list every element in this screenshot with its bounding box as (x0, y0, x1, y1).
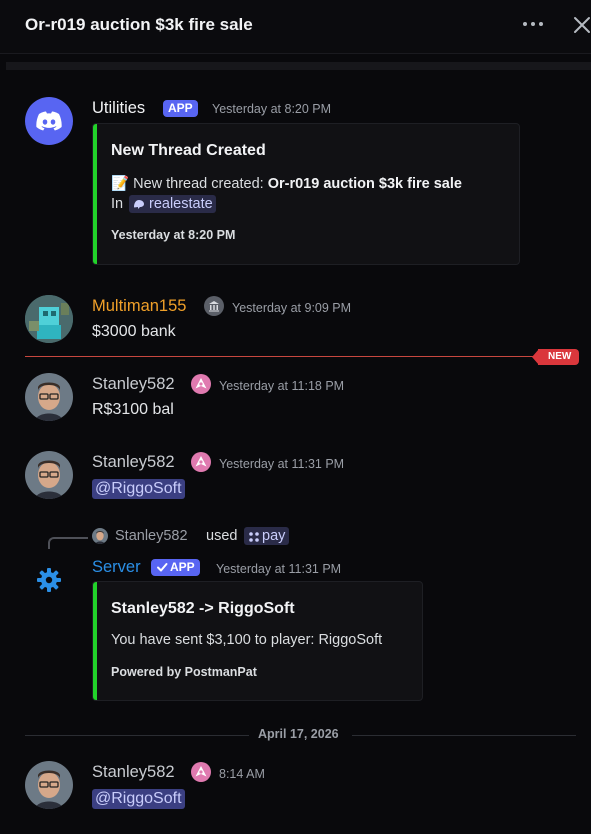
timestamp[interactable]: Yesterday at 8:20 PM (212, 102, 331, 116)
user-mention[interactable]: @RiggoSoft (92, 479, 185, 499)
close-icon[interactable] (572, 15, 591, 35)
avatar-image (92, 528, 108, 544)
timestamp[interactable]: 8:14 AM (219, 767, 265, 781)
embed-footer: Yesterday at 8:20 PM (111, 228, 236, 242)
thread-title: Or-r019 auction $3k fire sale (25, 15, 253, 34)
app-badge-label: APP (170, 560, 195, 574)
embed-description: You have sent $3,100 to player: RiggoSof… (111, 632, 383, 648)
channel-name: realestate (149, 196, 213, 212)
date-divider-line (25, 735, 249, 736)
timestamp[interactable]: Yesterday at 11:31 PM (216, 562, 341, 576)
verified-app-badge: APP (151, 559, 200, 576)
avatar-image (25, 295, 73, 343)
reply-avatar[interactable] (92, 528, 108, 544)
avatar[interactable] (25, 295, 73, 343)
discord-logo-icon (36, 111, 62, 131)
role-icon (191, 452, 211, 472)
app-badge: APP (163, 100, 198, 117)
embed-title: Stanley582 -> RiggoSoft (111, 600, 295, 617)
embed-title: New Thread Created (111, 142, 266, 159)
embed-in-label: In (111, 196, 124, 212)
avatar-image (25, 373, 73, 421)
date-divider-line (352, 735, 576, 736)
bank-role-icon (204, 296, 224, 316)
payment-embed: Stanley582 -> RiggoSoft You have sent $3… (92, 581, 423, 701)
timestamp[interactable]: Yesterday at 11:18 PM (219, 379, 344, 393)
avatar-image (25, 451, 73, 499)
new-messages-divider (25, 356, 545, 357)
more-options-icon[interactable] (523, 22, 545, 28)
new-messages-badge: NEW (538, 349, 580, 365)
reply-connector (48, 537, 88, 549)
avatar[interactable] (25, 97, 73, 145)
embed-footer: Powered by PostmanPat (111, 665, 257, 679)
embed-thread-name: Or-r019 auction $3k fire sale (267, 176, 462, 192)
command-name: pay (262, 528, 286, 544)
reply-username[interactable]: Stanley582 (115, 528, 188, 544)
author-name[interactable]: Stanley582 (92, 375, 175, 394)
avatar[interactable] (25, 451, 73, 499)
slash-command-mention[interactable]: pay (244, 527, 290, 545)
channel-mention[interactable]: realestate (129, 195, 216, 213)
reply-used-label: used (206, 528, 238, 544)
author-name[interactable]: Utilities (92, 99, 145, 118)
timestamp[interactable]: Yesterday at 9:09 PM (232, 301, 351, 315)
role-icon (191, 762, 211, 782)
message-text: R$3100 bal (92, 401, 174, 418)
gear-icon (37, 568, 61, 592)
embed-accent-bar (93, 582, 97, 700)
message-text: $3000 bank (92, 323, 176, 340)
thread-header: Or-r019 auction $3k fire sale (0, 0, 591, 54)
author-name[interactable]: Stanley582 (92, 453, 175, 472)
avatar[interactable] (35, 566, 63, 594)
embed-description: 📝 New thread created: Or-r019 auction $3… (111, 175, 462, 192)
avatar[interactable] (25, 373, 73, 421)
avatar-image (25, 761, 73, 809)
role-icon (191, 374, 211, 394)
memo-emoji-icon: 📝 (111, 176, 130, 192)
author-name[interactable]: Stanley582 (92, 763, 175, 782)
author-name[interactable]: Multiman155 (92, 297, 186, 316)
embed-text: New thread created: (133, 176, 264, 192)
header-divider (6, 62, 591, 70)
date-divider: April 17, 2026 (258, 727, 339, 741)
user-mention[interactable]: @RiggoSoft (92, 789, 185, 809)
forum-channel-icon (134, 200, 144, 209)
embed-accent-bar (93, 124, 97, 264)
timestamp[interactable]: Yesterday at 11:31 PM (219, 457, 344, 471)
thread-created-embed: New Thread Created 📝 New thread created:… (92, 123, 520, 265)
avatar[interactable] (25, 761, 73, 809)
author-name[interactable]: Server (92, 558, 141, 577)
command-icon (249, 532, 259, 542)
checkmark-icon (157, 563, 168, 572)
